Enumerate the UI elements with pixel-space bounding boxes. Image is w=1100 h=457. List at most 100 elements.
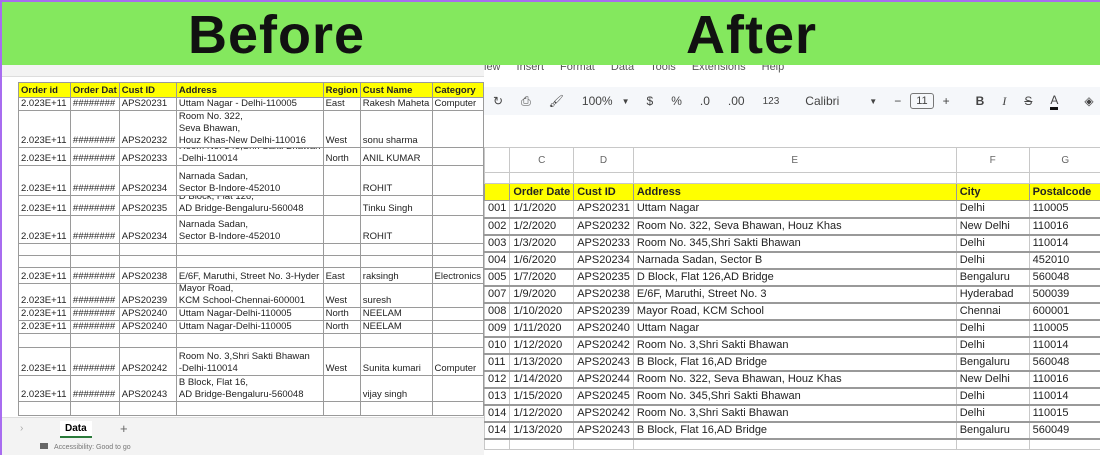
cell-address[interactable]: E/6F, Maruthi, Street No. 3-Hyder (176, 268, 323, 284)
cell-cust-id[interactable] (574, 439, 634, 450)
cell-order-id[interactable]: 014 (485, 405, 510, 422)
cell-order-date[interactable]: 1/15/2020 (510, 388, 574, 405)
cell-cust-name[interactable] (360, 244, 432, 256)
cell-order-id[interactable]: 005 (485, 269, 510, 286)
cell-address[interactable]: Room No. 345,Shri Sakti Bhawan-Delhi-110… (176, 148, 323, 166)
cell-order-date[interactable]: ######## (70, 166, 119, 196)
cell-order-id[interactable]: 002 (485, 218, 510, 235)
cell-cust-id[interactable]: APS20240 (119, 321, 176, 334)
cell-cust-id[interactable]: APS20242 (119, 348, 176, 376)
cell-category[interactable] (432, 216, 484, 244)
cell-order-id[interactable] (485, 439, 510, 450)
cell-city[interactable]: Delhi (956, 320, 1029, 337)
cell-order-date[interactable]: 1/7/2020 (510, 269, 574, 286)
menu-item[interactable]: Format (560, 65, 595, 73)
cell-cust-id[interactable]: APS20235 (574, 269, 634, 286)
cell-order-date[interactable]: Order Date (510, 184, 574, 201)
cell-order-id[interactable] (485, 173, 510, 184)
cell-order-date[interactable]: 1/14/2020 (510, 371, 574, 388)
cell-order-id[interactable]: 2.023E+11 (19, 216, 71, 244)
chevron-right-icon[interactable]: › (20, 423, 23, 434)
cell-cust-id[interactable]: APS20242 (574, 405, 634, 422)
cell-order-date[interactable]: ######## (70, 308, 119, 321)
cell-order-id[interactable]: 2.023E+11 (19, 148, 71, 166)
cell-cust-name[interactable]: NEELAM (360, 308, 432, 321)
cell-postalcode[interactable]: 452010 (1029, 252, 1100, 269)
cell-address[interactable]: Room No. 345,Shri Sakti Bhawan (633, 388, 956, 405)
cell-order-date[interactable]: 1/13/2020 (510, 422, 574, 439)
cell-address[interactable]: Narnada Sadan, Sector B (633, 252, 956, 269)
bold-button[interactable]: B (976, 94, 985, 108)
cell-postalcode[interactable]: 110016 (1029, 218, 1100, 235)
fill-color-icon[interactable]: ◈ (1084, 94, 1093, 108)
cell-address[interactable] (633, 439, 956, 450)
increase-decimal-button[interactable]: .00 (728, 94, 745, 108)
cell-order-id[interactable] (19, 334, 71, 348)
cell-order-id[interactable]: 013 (485, 388, 510, 405)
cell-cust-id[interactable]: APS20232 (119, 111, 176, 148)
cell-order-date[interactable]: ######## (70, 196, 119, 216)
cell-address[interactable]: E/6F, Maruthi, Street No. 3 (633, 286, 956, 303)
cell-order-id[interactable]: 2.023E+11 (19, 308, 71, 321)
more-formats-button[interactable]: 123 (763, 96, 780, 107)
cell-cust-id[interactable]: APS20243 (574, 354, 634, 371)
cell-order-id[interactable]: 2.023E+11 (19, 376, 71, 402)
cell-cust-id[interactable] (119, 402, 176, 416)
cell-order-id[interactable]: 007 (485, 286, 510, 303)
cell-address[interactable]: Uttam Nagar (633, 201, 956, 218)
header-order-id[interactable]: Order id (19, 83, 71, 98)
cell-address[interactable] (176, 334, 323, 348)
cell-cust-id[interactable]: APS20238 (119, 268, 176, 284)
cell-cust-name[interactable]: vijay singh (360, 376, 432, 402)
cell-order-id[interactable]: 2.023E+11 (19, 98, 71, 111)
cell-order-date[interactable] (510, 173, 574, 184)
cell-order-date[interactable]: 1/9/2020 (510, 286, 574, 303)
cell-cust-id[interactable]: Cust ID (574, 184, 634, 201)
cell-city[interactable]: Bengaluru (956, 269, 1029, 286)
cell-cust-id[interactable]: APS20232 (574, 218, 634, 235)
cell-city[interactable]: Hyderabad (956, 286, 1029, 303)
chevron-down-icon[interactable]: ▼ (622, 97, 630, 106)
cell-cust-id[interactable]: APS20245 (574, 388, 634, 405)
cell-order-id[interactable]: 001 (485, 201, 510, 218)
cell-order-date[interactable] (70, 256, 119, 268)
cell-address[interactable]: Room No. 3,Shri Sakti Bhawan-Delhi-11001… (176, 348, 323, 376)
cell-region[interactable] (323, 256, 360, 268)
cell-region[interactable] (323, 334, 360, 348)
menu-item[interactable]: iew (484, 65, 501, 73)
cell-region[interactable] (323, 196, 360, 216)
cell-cust-id[interactable]: D (574, 148, 634, 173)
cell-cust-name[interactable]: Sunita kumari (360, 348, 432, 376)
menu-item[interactable]: Tools (650, 65, 676, 73)
cell-cust-id[interactable]: APS20239 (119, 284, 176, 308)
cell-order-date[interactable]: 1/12/2020 (510, 337, 574, 354)
cell-cust-id[interactable]: APS20243 (119, 376, 176, 402)
cell-address[interactable]: Uttam Nagar (633, 320, 956, 337)
cell-address[interactable]: Mayor Road,KCM School-Chennai-600001 (176, 284, 323, 308)
cell-order-date[interactable]: C (510, 148, 574, 173)
strikethrough-button[interactable]: S (1024, 94, 1032, 108)
zoom-select[interactable]: 100% (582, 94, 613, 108)
cell-category[interactable] (432, 321, 484, 334)
cell-cust-name[interactable]: raksingh (360, 268, 432, 284)
cell-cust-id[interactable] (119, 334, 176, 348)
cell-region[interactable]: North (323, 148, 360, 166)
cell-order-date[interactable]: 1/11/2020 (510, 320, 574, 337)
cell-order-date[interactable]: ######## (70, 376, 119, 402)
cell-region[interactable]: West (323, 111, 360, 148)
paint-format-icon[interactable]: 🖌 (549, 94, 564, 108)
cell-city[interactable]: Delhi (956, 201, 1029, 218)
cell-postalcode[interactable]: 110016 (1029, 371, 1100, 388)
sheet-tab-data[interactable]: Data (60, 421, 92, 438)
cell-category[interactable]: Computer (432, 98, 484, 111)
cell-order-id[interactable]: 2.023E+11 (19, 321, 71, 334)
cell-address[interactable]: Room No. 322,Seva Bhawan,Houz Khas-New D… (176, 111, 323, 148)
cell-address[interactable]: Uttam Nagar-Delhi-110005 (176, 321, 323, 334)
cell-order-date[interactable] (510, 439, 574, 450)
currency-button[interactable]: $ (647, 94, 654, 108)
cell-postalcode[interactable] (1029, 439, 1100, 450)
cell-category[interactable] (432, 166, 484, 196)
cell-order-id[interactable] (485, 148, 510, 173)
cell-city[interactable]: Delhi (956, 252, 1029, 269)
cell-order-id[interactable] (19, 256, 71, 268)
